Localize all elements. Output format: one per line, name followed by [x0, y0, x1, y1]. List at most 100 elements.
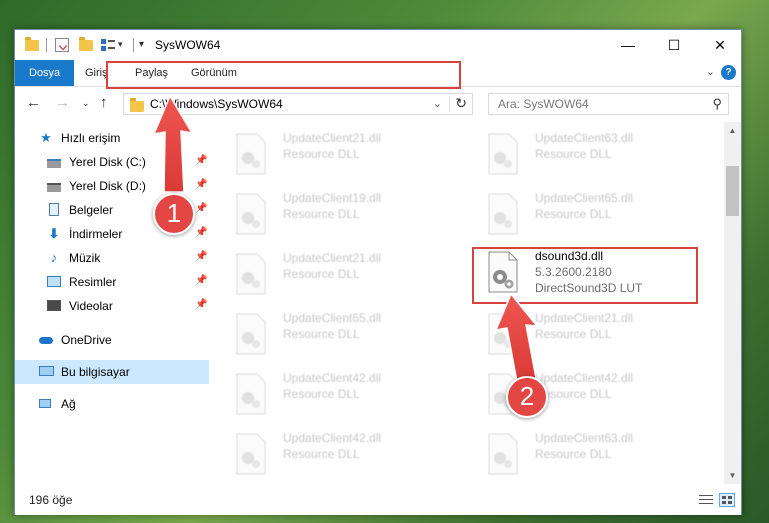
- file-description: Resource DLL: [535, 327, 612, 341]
- nav-label: Videolar: [69, 299, 113, 313]
- dll-file-icon: [488, 193, 518, 235]
- dll-file-icon: [236, 313, 266, 355]
- up-arrow-icon[interactable]: ↑: [100, 94, 108, 111]
- file-item[interactable]: UpdateClient21.dll Resource DLL: [223, 126, 443, 186]
- nav-quick-access[interactable]: ★ Hızlı erişim: [15, 126, 209, 150]
- refresh-icon[interactable]: ↻: [455, 95, 467, 112]
- file-name: UpdateClient21.dll: [283, 251, 382, 265]
- help-icon[interactable]: ?: [721, 65, 736, 80]
- address-folder-icon: [130, 98, 144, 112]
- status-bar: 196 öğe: [15, 485, 741, 515]
- pictures-icon: [47, 275, 61, 289]
- file-description: Resource DLL: [283, 147, 360, 161]
- file-description: Resource DLL: [535, 147, 612, 161]
- pin-icon[interactable]: 📌: [195, 179, 207, 190]
- file-item[interactable]: UpdateClient65.dll Resource DLL: [223, 306, 443, 366]
- vertical-scrollbar[interactable]: ▲ ▼: [724, 122, 741, 484]
- forward-arrow-icon[interactable]: →: [55, 94, 70, 111]
- new-folder-icon[interactable]: [79, 37, 93, 53]
- recent-locations-icon[interactable]: ⌄: [82, 98, 90, 109]
- file-name: UpdateClient21.dll: [283, 131, 382, 145]
- search-icon[interactable]: ⚲: [712, 96, 722, 112]
- file-highlight-box: [472, 247, 698, 304]
- computer-icon: [39, 365, 54, 379]
- scroll-up-icon[interactable]: ▲: [724, 122, 741, 139]
- item-count: 196 öğe: [29, 493, 73, 507]
- expand-ribbon-icon[interactable]: ⌄: [706, 65, 715, 78]
- maximize-button[interactable]: ☐: [651, 30, 697, 60]
- pin-icon[interactable]: 📌: [195, 203, 207, 214]
- title-bar: ▾ ▾ SysWOW64 — ☐ ✕: [15, 30, 741, 60]
- nav-label: Yerel Disk (D:): [69, 179, 146, 193]
- address-bar[interactable]: C:\Windows\SysWOW64 ⌄ ↻: [123, 93, 473, 115]
- address-divider: [449, 96, 450, 112]
- dll-file-icon: [488, 133, 518, 175]
- properties-icon[interactable]: [55, 38, 69, 52]
- pin-icon[interactable]: 📌: [195, 251, 207, 262]
- nav-local-disk-c[interactable]: Yerel Disk (C:) 📌: [15, 150, 209, 174]
- file-item[interactable]: UpdateClient21.dll Resource DLL: [223, 246, 443, 306]
- dll-file-icon: [236, 433, 266, 475]
- dropdown-icon[interactable]: ▾: [118, 39, 123, 55]
- address-path[interactable]: C:\Windows\SysWOW64: [150, 97, 283, 111]
- nav-label: Belgeler: [69, 203, 114, 217]
- qa-chevron-icon[interactable]: ▾: [139, 39, 144, 55]
- file-name: UpdateClient65.dll: [283, 311, 382, 325]
- nav-label: Resimler: [69, 275, 117, 289]
- file-item[interactable]: UpdateClient63.dll Resource DLL: [475, 126, 695, 186]
- file-description: Resource DLL: [283, 447, 360, 461]
- step-badge-1: 1: [153, 193, 195, 235]
- search-box[interactable]: Ara: SysWOW64 ⚲: [488, 93, 729, 115]
- toolbar-divider: [133, 38, 134, 52]
- nav-label: Müzik: [69, 251, 101, 265]
- address-highlight-box: [106, 61, 461, 89]
- file-item[interactable]: UpdateClient63.dll Resource DLL: [475, 426, 695, 484]
- customize-icon[interactable]: [101, 39, 115, 51]
- file-name: UpdateClient63.dll: [535, 131, 634, 145]
- scroll-thumb[interactable]: [726, 166, 739, 216]
- nav-label: Ağ: [61, 397, 76, 411]
- file-item[interactable]: UpdateClient42.dll Resource DLL: [223, 426, 443, 484]
- file-item[interactable]: UpdateClient42.dll Resource DLL: [223, 366, 443, 426]
- dll-file-icon: [236, 133, 266, 175]
- nav-label: Hızlı erişim: [61, 131, 121, 145]
- cloud-icon: [39, 333, 53, 347]
- nav-this-pc[interactable]: Bu bilgisayar: [15, 360, 209, 384]
- details-view-icon[interactable]: [698, 493, 714, 507]
- pin-icon[interactable]: 📌: [195, 275, 207, 286]
- close-button[interactable]: ✕: [697, 30, 743, 60]
- file-item[interactable]: UpdateClient19.dll Resource DLL: [223, 186, 443, 246]
- file-description: Resource DLL: [283, 267, 360, 281]
- dll-file-icon: [236, 253, 266, 295]
- drive-icon: [47, 155, 61, 169]
- file-description: Resource DLL: [283, 387, 360, 401]
- nav-label: OneDrive: [61, 333, 112, 347]
- nav-videos[interactable]: Videolar 📌: [15, 294, 209, 318]
- file-name: UpdateClient65.dll: [535, 191, 634, 205]
- file-description: Resource DLL: [535, 447, 612, 461]
- scroll-down-icon[interactable]: ▼: [724, 467, 741, 484]
- dll-file-icon: [236, 193, 266, 235]
- minimize-button[interactable]: —: [605, 30, 651, 60]
- address-dropdown-icon[interactable]: ⌄: [433, 97, 442, 110]
- nav-label: Yerel Disk (C:): [69, 155, 146, 169]
- nav-pictures[interactable]: Resimler 📌: [15, 270, 209, 294]
- star-icon: ★: [40, 130, 52, 145]
- tab-file[interactable]: Dosya: [15, 60, 75, 86]
- file-name: UpdateClient42.dll: [283, 371, 382, 385]
- file-item[interactable]: UpdateClient21.dll Resource DLL: [475, 306, 695, 366]
- folder-icon: [25, 37, 39, 53]
- nav-music[interactable]: ♪ Müzik 📌: [15, 246, 209, 270]
- toolbar-divider: [46, 38, 47, 52]
- nav-onedrive[interactable]: OneDrive: [15, 328, 209, 352]
- pin-icon[interactable]: 📌: [195, 299, 207, 310]
- music-icon: ♪: [50, 250, 58, 265]
- file-name: UpdateClient21.dll: [535, 311, 634, 325]
- file-description: Resource DLL: [535, 207, 612, 221]
- pin-icon[interactable]: 📌: [195, 227, 207, 238]
- back-arrow-icon[interactable]: ←: [26, 94, 41, 111]
- tiles-view-icon[interactable]: [719, 493, 735, 507]
- file-item[interactable]: UpdateClient65.dll Resource DLL: [475, 186, 695, 246]
- pin-icon[interactable]: 📌: [195, 155, 207, 166]
- nav-network[interactable]: Ağ: [15, 392, 209, 416]
